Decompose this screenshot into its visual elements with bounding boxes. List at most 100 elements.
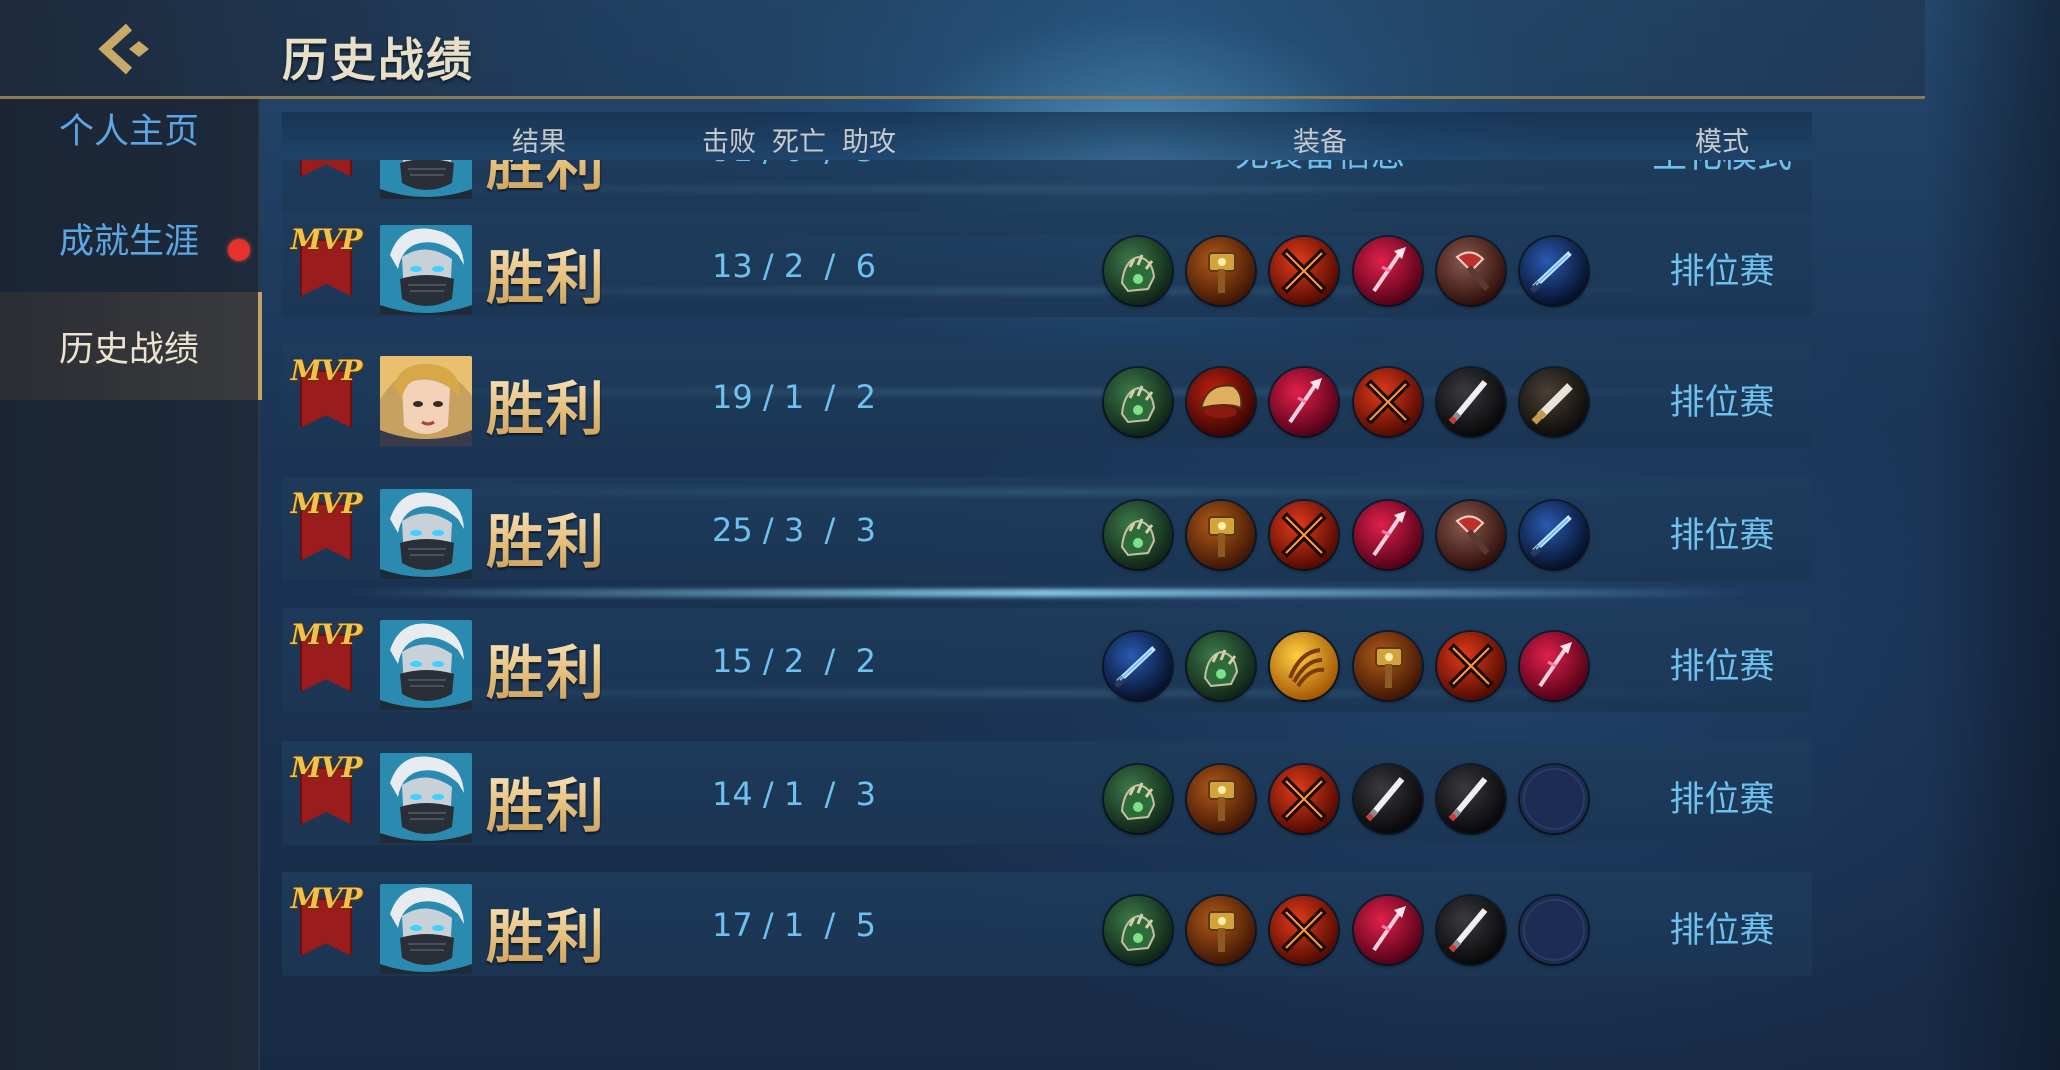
game-mode: 排位赛 — [1669, 911, 1775, 952]
red-axe-icon[interactable] — [1436, 236, 1505, 305]
top-bar: 历史战绩 — [0, 0, 1925, 99]
match-row[interactable]: MVP 胜利 19 / 1 / 2 排位赛 — [282, 343, 1812, 448]
golden-hammer-icon[interactable] — [1187, 896, 1256, 965]
crossed-blades-icon[interactable] — [1353, 367, 1422, 436]
match-row[interactable]: MVP 胜利 15 / 2 / 2 排位赛 — [282, 608, 1812, 713]
notification-badge — [228, 239, 250, 261]
hero-avatar — [380, 752, 472, 843]
sidebar-item-label: 个人主页 — [58, 111, 199, 152]
kda-score: 19 / 1 / 2 — [712, 377, 877, 416]
silver-greatsword-icon[interactable] — [1520, 367, 1588, 436]
column-header-equipment: 装备 — [1293, 127, 1347, 158]
match-result: 胜利 — [486, 890, 606, 974]
sidebar-item-label: 历史战绩 — [58, 329, 199, 370]
kda-score: 13 / 2 / 6 — [712, 246, 877, 285]
sidebar-item-achievements[interactable]: 成就生涯 — [0, 184, 258, 292]
sidebar: 个人主页 成就生涯 历史战绩 — [0, 99, 262, 1070]
crossed-blades-icon[interactable] — [1436, 632, 1505, 701]
background-edge — [1925, 0, 2060, 1070]
green-gauntlet-icon[interactable] — [1104, 896, 1172, 965]
crimson-spear-icon[interactable] — [1270, 367, 1339, 436]
crossed-blades-icon[interactable] — [1270, 896, 1339, 965]
green-gauntlet-icon[interactable] — [1104, 500, 1172, 569]
steel-sword-icon[interactable] — [1436, 764, 1505, 833]
match-result: 胜利 — [486, 160, 606, 201]
match-result: 胜利 — [486, 231, 606, 315]
mvp-label: MVP — [290, 750, 363, 784]
crimson-spear-icon[interactable] — [1353, 236, 1422, 305]
blue-blade-icon[interactable] — [1104, 632, 1172, 701]
steel-sword-icon[interactable] — [1436, 896, 1505, 965]
green-gauntlet-icon[interactable] — [1104, 764, 1172, 833]
kda-score: 17 / 1 / 5 — [712, 906, 877, 945]
match-result: 胜利 — [486, 626, 606, 710]
crossed-blades-icon[interactable] — [1270, 500, 1339, 569]
table-header: 结果 击败 死亡 助攻 装备 模式 — [282, 112, 1812, 160]
crossed-blades-icon[interactable] — [1270, 236, 1339, 305]
empty-slot[interactable] — [1520, 764, 1588, 833]
row-divider — [342, 589, 1752, 597]
match-history-list[interactable]: 胜利 91 / 0 / 5 无装备信息 生化模式 MVP 胜利 13 / 2 / 6 排位… — [282, 160, 1812, 1070]
red-axe-icon[interactable] — [1436, 500, 1505, 569]
golden-hammer-icon[interactable] — [1187, 236, 1256, 305]
match-row[interactable]: MVP 胜利 17 / 1 / 5 排位赛 — [282, 872, 1812, 977]
green-gauntlet-icon[interactable] — [1104, 367, 1172, 436]
column-header-assists: 助攻 — [842, 127, 896, 158]
match-result: 胜利 — [486, 759, 606, 843]
mvp-badge: MVP — [288, 876, 364, 960]
match-result: 胜利 — [486, 495, 606, 579]
match-result: 胜利 — [486, 362, 606, 446]
hero-avatar — [380, 160, 472, 200]
blue-blade-icon[interactable] — [1520, 236, 1588, 305]
back-button[interactable] — [90, 16, 160, 82]
hero-avatar — [380, 355, 472, 446]
match-row[interactable]: MVP 胜利 14 / 1 / 3 排位赛 — [282, 740, 1812, 845]
kda-score: 91 / 0 / 5 — [712, 160, 876, 169]
mvp-label: MVP — [290, 353, 363, 387]
hero-avatar — [380, 884, 472, 975]
golden-hammer-icon[interactable] — [1187, 500, 1256, 569]
sidebar-item-profile[interactable]: 个人主页 — [0, 74, 258, 182]
empty-slot[interactable] — [1520, 896, 1588, 965]
game-mode: 排位赛 — [1669, 251, 1775, 292]
green-gauntlet-icon[interactable] — [1104, 236, 1172, 305]
game-mode: 排位赛 — [1669, 515, 1775, 556]
mvp-badge — [288, 160, 364, 181]
sidebar-item-label: 成就生涯 — [58, 221, 199, 262]
game-mode: 排位赛 — [1669, 779, 1775, 820]
match-row[interactable]: MVP 胜利 13 / 2 / 6 排位赛 — [282, 212, 1812, 317]
crimson-spear-icon[interactable] — [1353, 896, 1422, 965]
crimson-spear-icon[interactable] — [1353, 500, 1422, 569]
game-mode: 生化模式 — [1652, 160, 1792, 178]
crossed-blades-icon[interactable] — [1270, 764, 1339, 833]
mvp-badge: MVP — [288, 745, 364, 829]
mvp-label: MVP — [290, 486, 363, 520]
mvp-badge: MVP — [288, 612, 364, 696]
column-header-mode: 模式 — [1695, 127, 1749, 158]
golden-claw-icon[interactable] — [1270, 632, 1339, 701]
kda-score: 25 / 3 / 3 — [712, 510, 877, 549]
golden-hammer-icon[interactable] — [1187, 764, 1256, 833]
mvp-label: MVP — [290, 882, 363, 916]
hero-avatar — [380, 224, 472, 315]
green-gauntlet-icon[interactable] — [1187, 632, 1256, 701]
back-arrow-icon — [98, 23, 149, 75]
mvp-badge: MVP — [288, 348, 364, 432]
column-header-kills: 击败 — [702, 127, 756, 158]
mvp-badge: MVP — [288, 217, 364, 301]
hero-avatar — [380, 620, 472, 711]
golden-hammer-icon[interactable] — [1353, 632, 1422, 701]
kda-score: 14 / 1 / 3 — [712, 774, 877, 813]
blue-blade-icon[interactable] — [1520, 500, 1588, 569]
mvp-badge: MVP — [288, 481, 364, 565]
steel-sword-icon[interactable] — [1436, 367, 1505, 436]
red-helm-icon[interactable] — [1187, 367, 1256, 436]
crimson-spear-icon[interactable] — [1520, 632, 1588, 701]
hero-avatar — [380, 488, 472, 579]
no-equipment-text: 无装备信息 — [1235, 160, 1405, 176]
match-row[interactable]: MVP 胜利 25 / 3 / 3 排位赛 — [282, 476, 1812, 581]
steel-sword-icon[interactable] — [1353, 764, 1422, 833]
game-mode: 排位赛 — [1669, 647, 1775, 688]
sidebar-item-history[interactable]: 历史战绩 — [0, 292, 262, 400]
game-mode: 排位赛 — [1669, 382, 1775, 423]
